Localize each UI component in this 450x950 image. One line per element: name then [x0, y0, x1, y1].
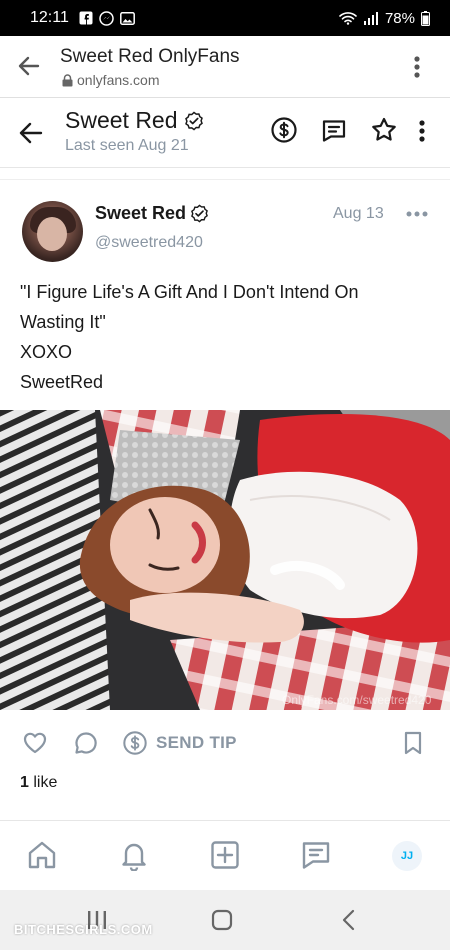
heart-icon[interactable] [22, 730, 48, 756]
browser-menu-icon[interactable] [408, 54, 426, 80]
post-photo[interactable]: OnlyFans.com/sweetred420 [0, 410, 450, 710]
gallery-icon [119, 11, 135, 25]
wifi-icon [339, 12, 357, 25]
add-post-icon[interactable] [209, 839, 241, 871]
post-text-line: SweetRed [20, 372, 104, 392]
notification-icons [79, 10, 135, 26]
chat-actions [270, 116, 398, 144]
star-icon[interactable] [370, 116, 398, 144]
post-text-line: "I Figure Life's A Gift And I Don't Inte… [20, 282, 359, 302]
post-more-icon[interactable] [406, 211, 428, 217]
status-right: 78% [339, 10, 430, 27]
system-back-icon[interactable] [338, 909, 360, 931]
home-icon[interactable] [26, 839, 58, 871]
messages-icon[interactable] [300, 839, 332, 871]
post-author-handle[interactable]: @sweetred420 [95, 234, 203, 252]
home-button-icon[interactable] [211, 909, 233, 931]
send-tip-button[interactable]: SEND TIP [122, 730, 237, 756]
status-time: 12:11 [30, 9, 69, 26]
comment-icon[interactable] [73, 730, 99, 756]
send-tip-label: SEND TIP [156, 733, 237, 752]
post-actions: SEND TIP 1 like [0, 710, 450, 820]
signal-icon [363, 12, 378, 25]
status-bar: 12:11 78% [0, 0, 450, 36]
tip-dollar-icon[interactable] [270, 116, 298, 144]
header-divider [0, 168, 450, 180]
site-watermark: BITCHESGIRLS.COM [14, 922, 153, 937]
post-text: "I Figure Life's A Gift And I Don't Inte… [20, 277, 430, 397]
post-author-text: Sweet Red [95, 203, 187, 223]
likes-label: like [33, 774, 58, 791]
messenger-icon [99, 10, 114, 26]
browser-page-title: Sweet Red OnlyFans [60, 46, 240, 67]
verified-badge-icon [191, 204, 208, 223]
chat-more-icon[interactable] [414, 118, 430, 144]
chat-contact-name[interactable]: Sweet Red [65, 107, 204, 134]
user-avatar[interactable]: JJ [392, 841, 422, 871]
browser-back-icon[interactable] [17, 54, 41, 78]
likes-count[interactable]: 1 like [20, 774, 57, 792]
last-seen-text: Last seen Aug 21 [65, 137, 189, 154]
author-avatar[interactable] [22, 201, 83, 262]
browser-url[interactable]: onlyfans.com [62, 72, 159, 88]
photo-watermark: OnlyFans.com/sweetred420 [282, 693, 432, 707]
post-text-line: XOXO [20, 342, 73, 362]
message-icon[interactable] [320, 116, 348, 144]
system-nav-bar [0, 890, 450, 950]
bookmark-icon[interactable] [401, 730, 425, 756]
battery-percent: 78% [384, 9, 415, 27]
bell-icon[interactable] [118, 839, 150, 871]
lock-icon [62, 73, 73, 86]
likes-number: 1 [20, 774, 29, 791]
facebook-icon [79, 11, 93, 25]
battery-icon [421, 10, 430, 26]
post-author-name[interactable]: Sweet Red [95, 203, 209, 224]
post-photo-illustration: OnlyFans.com/sweetred420 [0, 410, 450, 710]
back-arrow-icon[interactable] [18, 120, 44, 146]
verified-badge-icon [184, 111, 203, 130]
browser-url-text: onlyfans.com [77, 72, 160, 88]
chat-header: Sweet Red Last seen Aug 21 [0, 98, 450, 168]
contact-name-text: Sweet Red [65, 107, 178, 133]
dollar-circle-icon [123, 731, 147, 755]
post-text-line: Wasting It" [20, 312, 106, 332]
app-bottom-nav: JJ [0, 820, 450, 890]
browser-toolbar: Sweet Red OnlyFans onlyfans.com [0, 36, 450, 98]
post-date: Aug 13 [333, 205, 384, 222]
